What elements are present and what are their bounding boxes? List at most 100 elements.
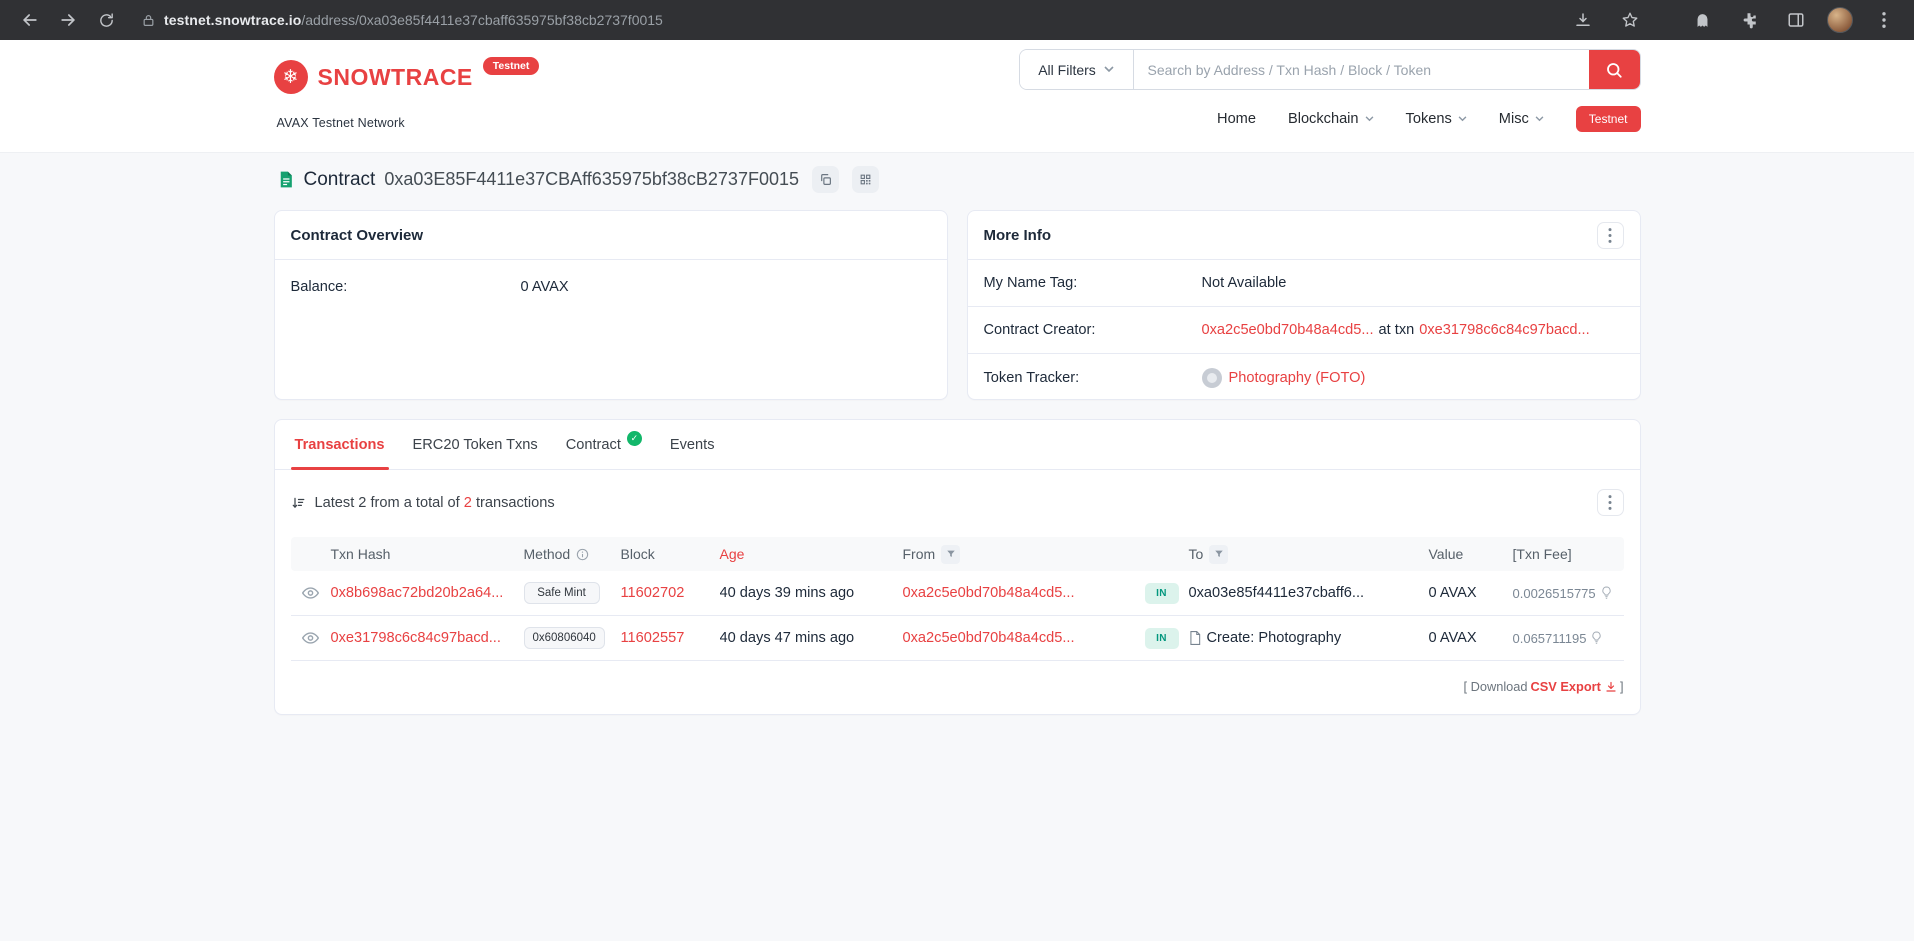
col-method: Method	[524, 546, 621, 562]
search-input[interactable]	[1133, 50, 1589, 89]
from-address-link[interactable]: 0xa2c5e0bd70b48a4cd5...	[903, 585, 1075, 601]
copy-icon	[819, 173, 832, 186]
to-contract-create: Create: Photography	[1189, 630, 1429, 646]
summary-count: 2	[463, 494, 472, 511]
col-value: Value	[1428, 546, 1464, 562]
nav-item-blockchain[interactable]: Blockchain	[1288, 111, 1374, 127]
testnet-network-button[interactable]: Testnet	[1575, 106, 1641, 132]
more-info-card: More Info My Name Tag: Not Available Con…	[966, 210, 1641, 401]
search-button[interactable]	[1588, 50, 1640, 89]
summary-prefix: Latest 2 from a total of	[314, 494, 464, 511]
save-page-icon[interactable]	[1567, 4, 1599, 36]
name-tag-value: Not Available	[1201, 275, 1287, 291]
sort-icon	[291, 496, 306, 510]
bookmark-star-icon[interactable]	[1614, 4, 1646, 36]
eye-icon[interactable]	[291, 587, 331, 599]
brand-name: SNOWTRACE	[317, 64, 473, 90]
block-link[interactable]: 11602557	[621, 630, 685, 646]
snowtrace-logo-icon: ❄	[273, 60, 308, 94]
transactions-menu-button[interactable]	[1596, 489, 1624, 516]
browser-chrome: testnet.snowtrace.io/address/0xa03e85f44…	[0, 0, 1914, 40]
tab-erc20-token-txns[interactable]: ERC20 Token Txns	[399, 420, 552, 469]
forward-icon[interactable]	[52, 4, 84, 36]
gas-bulb-icon	[1591, 631, 1602, 645]
page-title: Contract	[303, 168, 376, 190]
back-icon[interactable]	[14, 4, 46, 36]
age-value: 40 days 39 mins ago	[719, 585, 855, 601]
tab-transactions[interactable]: Transactions	[281, 420, 399, 470]
token-tracker-link[interactable]: Photography (FOTO)	[1229, 370, 1366, 386]
from-filter-icon[interactable]	[941, 544, 961, 564]
contract-overview-card: Contract Overview Balance: 0 AVAX	[273, 210, 948, 400]
qr-code-button[interactable]	[852, 166, 879, 193]
name-tag-row: My Name Tag: Not Available	[967, 260, 1640, 307]
txn-hash-link[interactable]: 0x8b698ac72bd20b2a64...	[331, 585, 504, 601]
contract-file-icon	[1189, 631, 1201, 645]
all-filters-label: All Filters	[1038, 61, 1096, 78]
txn-hash-link[interactable]: 0xe31798c6c84c97bacd...	[331, 630, 501, 646]
txn-fee-cell: 0.0026515775	[1513, 586, 1624, 601]
tab-contract[interactable]: Contract ✓	[552, 420, 656, 469]
table-row: 0x8b698ac72bd20b2a64... Safe Mint 116027…	[290, 571, 1624, 616]
main-nav: Home Blockchain Tokens Misc Testnet	[1217, 106, 1641, 132]
csv-export-link[interactable]: CSV Export	[1531, 679, 1617, 694]
to-filter-icon[interactable]	[1209, 544, 1229, 564]
creator-txn-link[interactable]: 0xe31798c6c84c97bacd...	[1419, 322, 1589, 338]
col-from: From	[903, 544, 1145, 564]
from-address-link[interactable]: 0xa2c5e0bd70b48a4cd5...	[903, 630, 1075, 646]
balance-row: Balance: 0 AVAX	[291, 279, 931, 295]
chevron-down-icon	[1365, 116, 1374, 122]
block-link[interactable]: 11602702	[621, 585, 685, 601]
address-bar[interactable]: testnet.snowtrace.io/address/0xa03e85f44…	[142, 12, 663, 28]
all-filters-select[interactable]: All Filters	[1019, 50, 1134, 89]
overview-card-title: Contract Overview	[290, 226, 424, 244]
download-prefix: [ Download	[1463, 679, 1528, 694]
browser-menu-icon[interactable]	[1868, 4, 1900, 36]
nav-item-home[interactable]: Home	[1217, 111, 1256, 127]
extension-ghost-icon[interactable]	[1686, 4, 1718, 36]
age-value: 40 days 47 mins ago	[719, 630, 855, 646]
token-logo-icon	[1201, 367, 1222, 388]
profile-avatar[interactable]	[1827, 7, 1853, 33]
nav-item-misc[interactable]: Misc	[1499, 111, 1544, 127]
download-suffix: ]	[1619, 679, 1624, 694]
token-tracker-label: Token Tracker:	[983, 369, 1080, 386]
contract-icon	[276, 170, 295, 189]
direction-badge: IN	[1144, 582, 1179, 604]
reload-icon[interactable]	[90, 4, 122, 36]
transactions-table: Txn Hash Method Block Age From To Value …	[290, 537, 1624, 661]
balance-value: 0 AVAX	[520, 279, 569, 295]
creator-address-link[interactable]: 0xa2c5e0bd70b48a4cd5...	[1202, 322, 1374, 338]
copy-address-button[interactable]	[812, 166, 839, 193]
more-info-menu-button[interactable]	[1596, 221, 1624, 249]
kebab-icon	[1608, 227, 1612, 243]
search-bar: All Filters	[1018, 49, 1641, 90]
csv-export-row: [ Download CSV Export ]	[275, 661, 1640, 696]
contract-creator-label: Contract Creator:	[983, 322, 1096, 338]
verified-check-icon: ✓	[626, 431, 642, 446]
contract-creator-row: Contract Creator: 0xa2c5e0bd70b48a4cd5..…	[967, 307, 1640, 354]
token-tracker-row: Token Tracker: Photography (FOTO)	[968, 354, 1640, 401]
page-title-row: Contract 0xa03E85F4411e37CBAff635975bf38…	[274, 166, 1641, 193]
to-address: 0xa03e85f4411e37cbaff6...	[1188, 585, 1365, 601]
eye-icon[interactable]	[291, 632, 331, 644]
nav-item-tokens[interactable]: Tokens	[1406, 111, 1467, 127]
url-path: /address/0xa03e85f4411e37cbaff635975bf38…	[301, 12, 663, 28]
table-row: 0xe31798c6c84c97bacd... 0x60806040 11602…	[290, 616, 1624, 661]
value-cell: 0 AVAX	[1428, 585, 1477, 601]
qr-code-icon	[859, 173, 872, 186]
search-icon	[1605, 61, 1623, 79]
tab-events[interactable]: Events	[656, 420, 729, 469]
url-domain: testnet.snowtrace.io	[164, 12, 302, 28]
kebab-icon	[1608, 495, 1612, 510]
extensions-puzzle-icon[interactable]	[1733, 4, 1765, 36]
snowtrace-logo[interactable]: ❄ SNOWTRACE Testnet	[273, 57, 540, 94]
side-panel-icon[interactable]	[1780, 4, 1812, 36]
method-badge: 0x60806040	[523, 627, 605, 649]
network-label: AVAX Testnet Network	[276, 116, 405, 130]
info-icon[interactable]	[576, 548, 589, 561]
col-to: To	[1189, 544, 1429, 564]
chevron-down-icon	[1458, 116, 1467, 122]
transactions-summary: Latest 2 from a total of 2 transactions	[275, 470, 1640, 531]
col-age-sort-link[interactable]: Age	[720, 546, 903, 562]
